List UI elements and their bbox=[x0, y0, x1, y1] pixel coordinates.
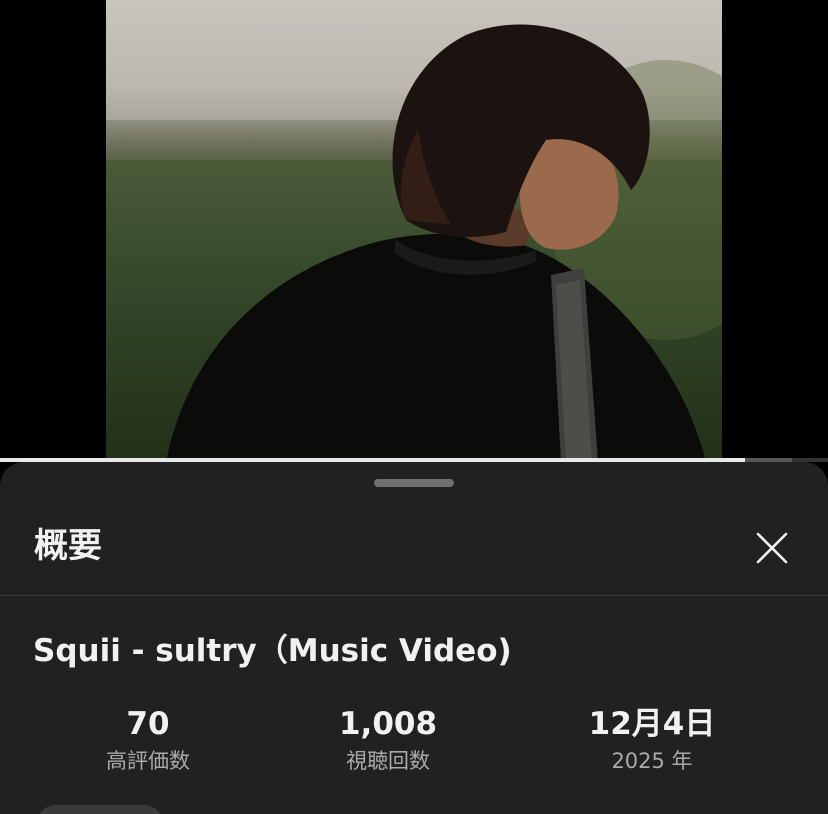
likes-stat: 70 高評価数 bbox=[78, 702, 218, 776]
views-label: 視聴回数 bbox=[346, 749, 430, 773]
video-frame-image bbox=[106, 24, 722, 462]
screen: 概要 Squii - sultry（Music Video) 70 高評価数 1… bbox=[0, 0, 828, 814]
drag-handle[interactable] bbox=[374, 479, 454, 487]
views-count: 1,008 bbox=[338, 706, 438, 742]
publish-year: 2025 年 bbox=[611, 749, 693, 773]
views-stat: 1,008 視聴回数 bbox=[318, 702, 458, 776]
date-stat: 12月4日 2025 年 bbox=[572, 702, 732, 776]
description-sheet: 概要 Squii - sultry（Music Video) 70 高評価数 1… bbox=[0, 462, 828, 814]
likes-label: 高評価数 bbox=[106, 749, 190, 773]
close-button[interactable] bbox=[748, 524, 796, 572]
chip-button[interactable] bbox=[36, 805, 164, 814]
stats-row: 70 高評価数 1,008 視聴回数 12月4日 2025 年 bbox=[0, 702, 828, 782]
video-player[interactable] bbox=[0, 0, 828, 462]
video-title: Squii - sultry（Music Video) bbox=[33, 633, 512, 669]
close-icon bbox=[756, 532, 788, 564]
publish-date: 12月4日 bbox=[588, 706, 716, 742]
video-thumbnail bbox=[106, 0, 722, 462]
likes-count: 70 bbox=[126, 706, 170, 742]
divider bbox=[0, 595, 828, 596]
sheet-title: 概要 bbox=[34, 526, 102, 566]
